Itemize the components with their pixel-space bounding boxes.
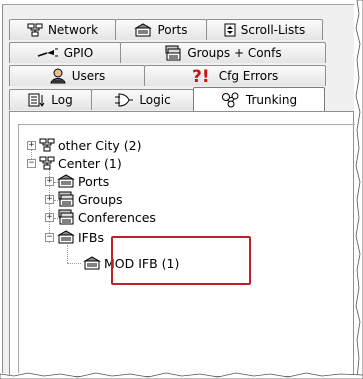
tree-node-label: Center (1) xyxy=(58,155,122,171)
tree-node-label: other City (2) xyxy=(58,137,142,153)
tab-trunking[interactable]: Trunking xyxy=(193,87,325,111)
tree-node-label: Ports xyxy=(78,173,110,189)
network-icon xyxy=(39,156,55,170)
trunking-icon xyxy=(221,92,241,108)
tab-row-1: Network Ports Scroll-Lists xyxy=(9,19,323,40)
tab-logic[interactable]: Logic xyxy=(91,89,194,110)
groups-icon xyxy=(57,191,75,207)
tree-node-conferences[interactable]: Conferences xyxy=(57,208,156,226)
tab-users[interactable]: Users xyxy=(9,65,145,86)
logic-icon xyxy=(114,92,134,108)
tab-label: GPIO xyxy=(63,46,94,60)
tree-node-groups[interactable]: Groups xyxy=(57,190,123,208)
tab-row-2: GPIO Groups + Confs xyxy=(9,42,326,63)
tab-gpio[interactable]: GPIO xyxy=(9,42,121,63)
tab-log[interactable]: Log xyxy=(9,89,92,110)
tree-expander[interactable]: − xyxy=(27,159,36,168)
ports-icon xyxy=(57,174,75,188)
tab-cfg-errors[interactable]: ?! Cfg Errors xyxy=(144,65,326,86)
network-icon xyxy=(27,23,43,37)
tab-row-3: Users ?! Cfg Errors xyxy=(9,65,326,86)
torn-edge-bottom xyxy=(0,372,363,379)
users-icon xyxy=(49,68,67,84)
ports-icon xyxy=(83,256,101,270)
tree-node-label: Conferences xyxy=(78,209,156,225)
tab-ports[interactable]: Ports xyxy=(115,19,207,40)
tab-scroll-lists[interactable]: Scroll-Lists xyxy=(206,19,323,40)
tree-node-other-city[interactable]: other City (2) xyxy=(39,136,141,154)
tree-connector xyxy=(67,263,81,264)
tree-expander[interactable]: + xyxy=(27,141,36,150)
tab-network[interactable]: Network xyxy=(9,19,116,40)
tab-label: Scroll-Lists xyxy=(240,23,306,37)
tab-label: Trunking xyxy=(245,92,298,107)
tab-groups-confs[interactable]: Groups + Confs xyxy=(120,42,326,63)
tree-node-ports[interactable]: Ports xyxy=(57,172,109,190)
torn-edge-right xyxy=(355,0,363,379)
tree-node-label: Groups xyxy=(78,191,123,207)
tab-label: Logic xyxy=(139,93,171,107)
tab-label: Network xyxy=(47,23,99,37)
tree-node-center[interactable]: Center (1) xyxy=(39,154,122,172)
tree-expander[interactable]: + xyxy=(45,213,54,222)
svg-text:?!: ?! xyxy=(192,68,210,84)
tab-label: Groups + Confs xyxy=(187,46,282,60)
groups-icon xyxy=(57,209,75,225)
tree-expander[interactable]: + xyxy=(45,195,54,204)
tab-label: Cfg Errors xyxy=(218,69,279,83)
scroll-lists-icon xyxy=(224,23,236,37)
tree-node-label: IFBs xyxy=(78,229,104,245)
groups-icon xyxy=(164,45,182,61)
tree-node-ifbs[interactable]: IFBs xyxy=(57,228,104,246)
tree-expander[interactable]: + xyxy=(45,177,54,186)
tab-label: Users xyxy=(71,69,106,83)
ports-icon xyxy=(134,23,153,37)
tree-expander[interactable]: − xyxy=(45,233,54,242)
network-icon xyxy=(39,138,55,152)
ports-icon xyxy=(57,230,75,244)
log-icon xyxy=(28,93,46,107)
tree-connector xyxy=(67,245,68,263)
tab-label: Log xyxy=(51,93,73,107)
cfg-errors-icon: ?! xyxy=(192,68,214,84)
gpio-icon xyxy=(37,47,59,59)
tab-panel: Network Ports Scroll-Lists GPIO Groups +… xyxy=(2,4,355,377)
tab-row-4: Log Logic Trunking xyxy=(9,87,325,111)
highlight-box xyxy=(111,236,251,285)
tab-label: Ports xyxy=(157,23,188,37)
